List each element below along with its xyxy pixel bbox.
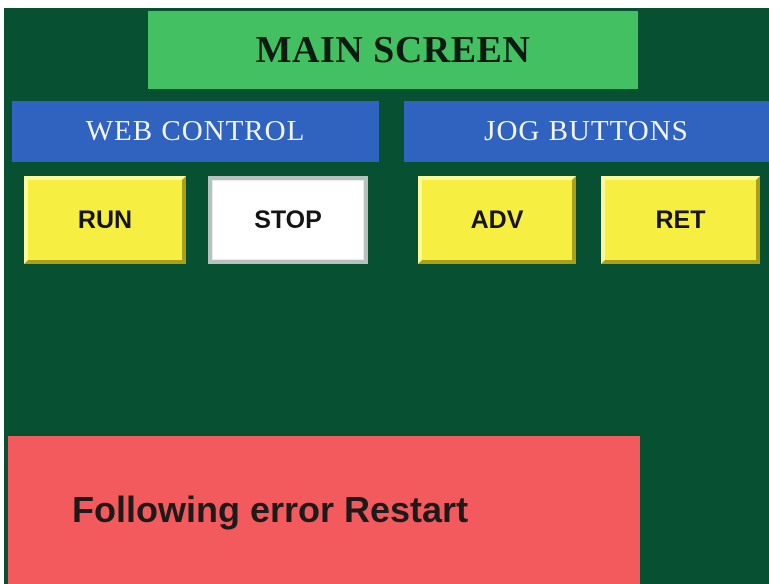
stop-button[interactable]: STOP <box>208 176 368 264</box>
ret-button[interactable]: RET <box>601 176 760 264</box>
jog-buttons-header: JOG BUTTONS <box>404 101 769 162</box>
error-message-text: Following error Restart <box>72 489 469 530</box>
web-control-header: WEB CONTROL <box>12 101 379 162</box>
run-button[interactable]: RUN <box>24 176 186 264</box>
error-message-panel: Following error Restart <box>8 436 640 584</box>
page-title: MAIN SCREEN <box>148 11 638 89</box>
hmi-screen: MAIN SCREEN WEB CONTROL JOG BUTTONS RUN … <box>4 8 769 584</box>
adv-button[interactable]: ADV <box>418 176 576 264</box>
